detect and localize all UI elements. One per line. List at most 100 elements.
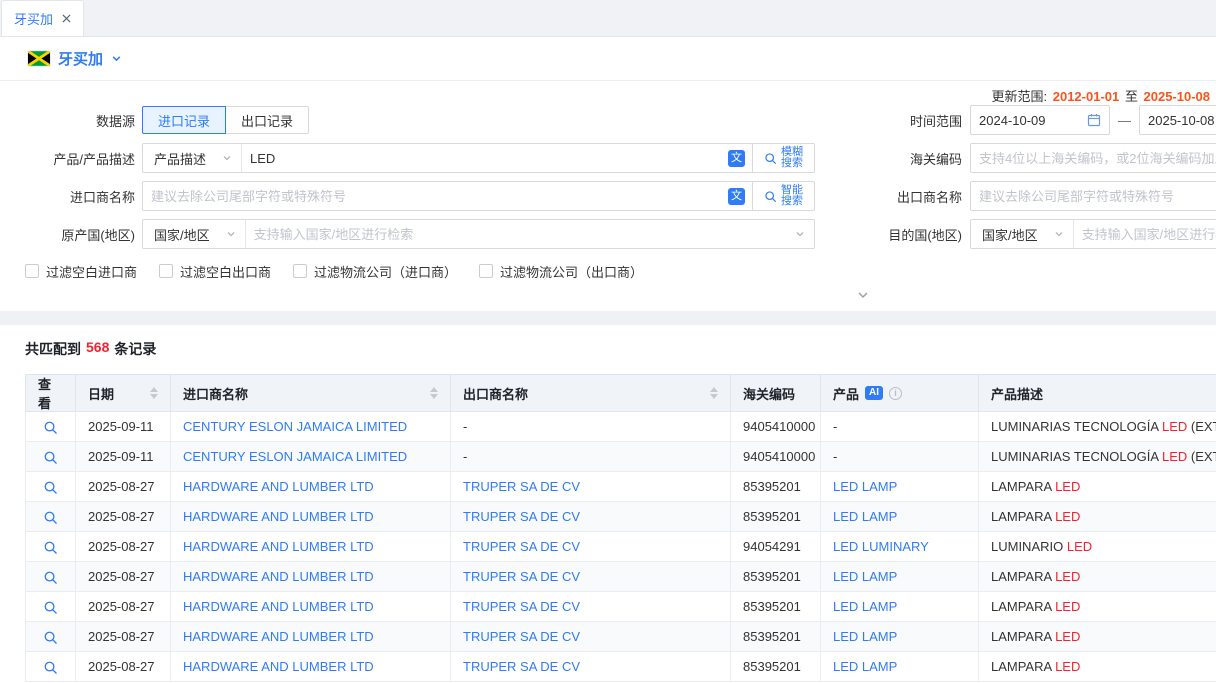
country-name[interactable]: 牙买加	[58, 48, 103, 69]
exporter-value: -	[463, 419, 467, 434]
date-to-input[interactable]	[1139, 105, 1216, 135]
product-type-select[interactable]: 产品描述	[143, 144, 242, 172]
product-link[interactable]: LED LAMP	[833, 509, 897, 524]
importer-link[interactable]: HARDWARE AND LUMBER LTD	[183, 599, 374, 614]
description-cell: LAMPARA LED	[979, 592, 1216, 622]
form-row-importer: 进口商名称 文 智能 搜索 出口商名称	[0, 181, 1216, 211]
date-to-value[interactable]	[1148, 113, 1216, 128]
exporter-cell: TRUPER SA DE CV	[451, 592, 731, 622]
checkbox-icon[interactable]	[479, 264, 493, 278]
importer-link[interactable]: CENTURY ESLON JAMAICA LIMITED	[183, 449, 407, 464]
exporter-link[interactable]: TRUPER SA DE CV	[463, 479, 580, 494]
destination-group: 国家/地区	[970, 219, 1216, 249]
exporter-label: 出口商名称	[815, 187, 962, 206]
date-from-value[interactable]	[979, 113, 1087, 128]
hs-code-group	[970, 143, 1216, 173]
product-link[interactable]: LED LUMINARY	[833, 539, 929, 554]
smart-search-button[interactable]: 智能 搜索	[752, 182, 814, 210]
view-detail-icon[interactable]	[43, 420, 58, 435]
date-cell: 2025-08-27	[76, 622, 171, 652]
hs-code-input[interactable]	[971, 144, 1216, 172]
view-cell	[26, 622, 76, 652]
view-detail-icon[interactable]	[43, 510, 58, 525]
exporter-link[interactable]: TRUPER SA DE CV	[463, 509, 580, 524]
hs-code-cell: 85395201	[731, 592, 821, 622]
sort-date-icon[interactable]	[150, 387, 158, 399]
view-detail-icon[interactable]	[43, 600, 58, 615]
importer-link[interactable]: HARDWARE AND LUMBER LTD	[183, 659, 374, 674]
filter-checkbox[interactable]: 过滤空白出口商	[159, 262, 271, 281]
importer-cell: HARDWARE AND LUMBER LTD	[171, 472, 451, 502]
exporter-input[interactable]	[971, 182, 1216, 210]
view-detail-icon[interactable]	[43, 630, 58, 645]
view-detail-icon[interactable]	[43, 660, 58, 675]
fuzzy-search-button[interactable]: 模糊 搜索	[752, 144, 814, 172]
view-detail-icon[interactable]	[43, 570, 58, 585]
import-records-option[interactable]: 进口记录	[142, 106, 226, 134]
data-source-label: 数据源	[0, 111, 135, 130]
exporter-link[interactable]: TRUPER SA DE CV	[463, 629, 580, 644]
origin-country-input[interactable]	[246, 220, 795, 248]
exporter-link[interactable]: TRUPER SA DE CV	[463, 539, 580, 554]
importer-link[interactable]: CENTURY ESLON JAMAICA LIMITED	[183, 419, 407, 434]
summary-suffix: 条记录	[114, 339, 156, 359]
importer-link[interactable]: HARDWARE AND LUMBER LTD	[183, 479, 374, 494]
chevron-down-icon[interactable]	[795, 229, 805, 239]
export-records-option[interactable]: 出口记录	[226, 106, 309, 134]
product-link[interactable]: LED LAMP	[833, 599, 897, 614]
origin-label: 原产国(地区)	[0, 225, 135, 244]
view-detail-icon[interactable]	[43, 450, 58, 465]
chevron-down-icon	[856, 290, 870, 300]
importer-link[interactable]: HARDWARE AND LUMBER LTD	[183, 539, 374, 554]
destination-type-select[interactable]: 国家/地区	[971, 220, 1074, 248]
exporter-link[interactable]: TRUPER SA DE CV	[463, 659, 580, 674]
section-divider	[0, 311, 1216, 325]
importer-link[interactable]: HARDWARE AND LUMBER LTD	[183, 629, 374, 644]
origin-type-select[interactable]: 国家/地区	[143, 220, 246, 248]
importer-link[interactable]: HARDWARE AND LUMBER LTD	[183, 509, 374, 524]
column-exporter: 出口商名称	[463, 384, 528, 403]
product-link[interactable]: LED LAMP	[833, 479, 897, 494]
importer-link[interactable]: HARDWARE AND LUMBER LTD	[183, 569, 374, 584]
checkbox-icon[interactable]	[25, 264, 39, 278]
date-from-input[interactable]	[970, 105, 1110, 135]
importer-search-input[interactable]	[143, 182, 728, 210]
chevron-down-icon[interactable]	[111, 53, 122, 64]
product-link[interactable]: LED LAMP	[833, 659, 897, 674]
date-cell: 2025-08-27	[76, 502, 171, 532]
filter-checkbox[interactable]: 过滤空白进口商	[25, 262, 137, 281]
info-icon[interactable]: i	[889, 387, 902, 400]
description-cell: LAMPARA LED	[979, 622, 1216, 652]
date-cell: 2025-08-27	[76, 532, 171, 562]
product-cell: LED LAMP	[821, 502, 979, 532]
translate-icon[interactable]: 文	[728, 150, 745, 167]
importer-cell: HARDWARE AND LUMBER LTD	[171, 622, 451, 652]
exporter-link[interactable]: TRUPER SA DE CV	[463, 569, 580, 584]
results-section: 共匹配到 568 条记录 查看 日期 进口商名称 出口商名称 海关编码 产品AI…	[0, 325, 1216, 682]
product-search-input[interactable]	[242, 144, 728, 172]
exporter-link[interactable]: TRUPER SA DE CV	[463, 599, 580, 614]
tab-jamaica[interactable]: 牙买加	[1, 0, 84, 36]
filter-checkbox[interactable]: 过滤物流公司（出口商）	[479, 262, 643, 281]
sort-exporter-icon[interactable]	[710, 387, 718, 399]
view-cell	[26, 562, 76, 592]
filter-checkbox[interactable]: 过滤物流公司（进口商）	[293, 262, 457, 281]
checkbox-icon[interactable]	[159, 264, 173, 278]
checkbox-icon[interactable]	[293, 264, 307, 278]
product-link[interactable]: LED LAMP	[833, 569, 897, 584]
exporter-cell: TRUPER SA DE CV	[451, 502, 731, 532]
sort-importer-icon[interactable]	[430, 387, 438, 399]
hs-code-cell: 85395201	[731, 622, 821, 652]
update-range: 更新范围: 2012-01-01 至 2025-10-08	[991, 86, 1212, 105]
tab-close-icon[interactable]	[62, 14, 71, 23]
view-detail-icon[interactable]	[43, 540, 58, 555]
translate-icon[interactable]: 文	[728, 188, 745, 205]
collapse-panel-button[interactable]	[845, 287, 881, 303]
view-detail-icon[interactable]	[43, 480, 58, 495]
importer-cell: HARDWARE AND LUMBER LTD	[171, 532, 451, 562]
destination-country-input[interactable]	[1074, 220, 1216, 248]
importer-cell: CENTURY ESLON JAMAICA LIMITED	[171, 412, 451, 442]
app-window: 牙买加 牙买加 更新范围: 2012-01-01 至 2025-10-08 数据…	[0, 0, 1216, 683]
product-link[interactable]: LED LAMP	[833, 629, 897, 644]
results-table: 查看 日期 进口商名称 出口商名称 海关编码 产品AIi 产品描述 2025-0…	[25, 374, 1216, 682]
